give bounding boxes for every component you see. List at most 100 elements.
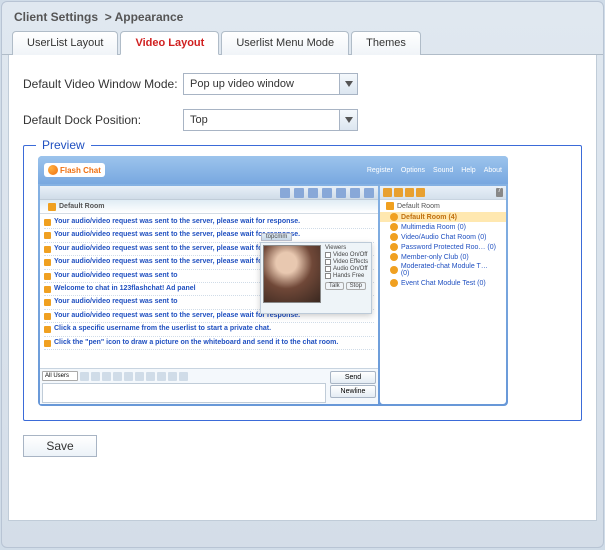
pv-input-area: All Users (40, 368, 378, 404)
pv-rt-icon (383, 188, 392, 197)
tab-userlist-layout[interactable]: UserList Layout (12, 31, 118, 55)
pv-tool-icon (336, 188, 346, 198)
pv-webcam-image (263, 245, 321, 303)
pv-opt: Hands Free (333, 273, 364, 279)
pv-room-item: Event Chat Module Test (0) (380, 278, 506, 288)
pv-toolbar (40, 186, 378, 200)
pv-header-links: Register Options Sound Help About (367, 167, 502, 174)
pv-room-item: Member-only Club (0) (380, 252, 506, 262)
pv-fmt-icon (124, 372, 133, 381)
tab-themes[interactable]: Themes (351, 31, 421, 55)
checkbox-icon (325, 252, 331, 258)
tab-content: Default Video Window Mode: Pop up video … (8, 55, 597, 521)
pv-room-header-label: Default Room (397, 203, 440, 210)
pv-rt-icon (405, 188, 414, 197)
pv-fmt-icon (146, 372, 155, 381)
breadcrumb-sep: > (105, 10, 112, 24)
row-dock-position: Default Dock Position: Top (23, 109, 582, 131)
pv-rt-count: 7 (496, 188, 503, 197)
pv-opt: Video Effects (333, 259, 368, 265)
room-icon (390, 223, 398, 231)
pv-room-tab-label: Default Room (59, 203, 105, 210)
pv-tool-icon (308, 188, 318, 198)
pv-tool-icon (294, 188, 304, 198)
pv-stop-btn: Stop (346, 282, 366, 290)
room-icon (390, 213, 398, 221)
pv-logo: Flash Chat (44, 163, 105, 177)
pv-room-item: Default Room (4) (380, 212, 506, 222)
room-icon (390, 253, 398, 261)
pv-fmt-icon (113, 372, 122, 381)
pv-room-label: Moderated-chat Module T… (0) (401, 263, 496, 277)
pv-viewers-label: Viewers (325, 245, 346, 251)
pv-tool-icon (350, 188, 360, 198)
pv-msg: Your audio/video request was sent to the… (44, 216, 374, 229)
row-video-mode: Default Video Window Mode: Pop up video … (23, 73, 582, 95)
pv-tool-icon (322, 188, 332, 198)
checkbox-icon (325, 259, 331, 265)
pv-room-item: Video/Audio Chat Room (0) (380, 232, 506, 242)
pv-room-label: Event Chat Module Test (0) (401, 280, 486, 287)
pv-link-help: Help (461, 167, 475, 174)
pv-right-toolbar: 7 (380, 186, 506, 200)
pv-link-about: About (484, 167, 502, 174)
speaker-icon (48, 203, 56, 211)
room-icon (390, 233, 398, 241)
pv-room-header: Default Room (380, 200, 506, 212)
pv-fmt-icon (91, 372, 100, 381)
pv-msg: Your audio/video request was sent to the… (44, 229, 374, 242)
select-dock-position-value: Top (190, 114, 208, 126)
pv-talk-btn: Talk (325, 282, 344, 290)
pv-fmt-icon (135, 372, 144, 381)
pv-msg: Click the "pen" icon to draw a picture o… (44, 337, 374, 350)
select-dock-position[interactable]: Top (183, 109, 358, 131)
pv-logo-text: Flash Chat (60, 166, 101, 175)
tabs: UserList Layout Video Layout Userlist Me… (2, 30, 603, 55)
pv-room-item: Password Protected Roo… (0) (380, 242, 506, 252)
pv-text-input (42, 383, 326, 403)
pv-room-label: Password Protected Roo… (0) (401, 244, 496, 251)
tab-video-layout[interactable]: Video Layout (120, 31, 219, 55)
pv-header: Flash Chat Register Options Sound Help A… (38, 156, 508, 184)
select-video-mode[interactable]: Pop up video window (183, 73, 358, 95)
folder-icon (386, 202, 394, 210)
label-dock-position: Default Dock Position: (23, 113, 183, 127)
pv-rt-icon (416, 188, 425, 197)
pv-video-title: topcmm (261, 233, 292, 241)
save-button[interactable]: Save (23, 435, 97, 457)
pv-newline-btn: Newline (330, 385, 376, 398)
pv-fmt-icon (179, 372, 188, 381)
pv-left-pane: Default Room Your audio/video request wa… (40, 186, 378, 404)
pv-messages: Your audio/video request was sent to the… (40, 214, 378, 368)
breadcrumb: Client Settings > Appearance (2, 2, 603, 30)
select-video-mode-value: Pop up video window (190, 78, 294, 90)
room-icon (390, 279, 398, 287)
pv-body: Default Room Your audio/video request wa… (38, 184, 508, 406)
pv-room-label: Video/Audio Chat Room (0) (401, 234, 486, 241)
pv-video-controls: Viewers Video On/Off Video Effects Audio… (323, 243, 371, 313)
preview-fieldset: Preview Flash Chat Register Options Soun… (23, 145, 582, 421)
pv-fmt-icon (80, 372, 89, 381)
pv-room-label: Member-only Club (0) (401, 254, 469, 261)
tab-userlist-menu-mode[interactable]: Userlist Menu Mode (221, 31, 349, 55)
pv-room-item: Multimedia Room (0) (380, 222, 506, 232)
breadcrumb-section: Client Settings (14, 10, 98, 24)
pv-fmt-icon (168, 372, 177, 381)
pv-input-toolbar: All Users (42, 370, 326, 382)
pv-room-label: Multimedia Room (0) (401, 224, 466, 231)
pv-link-options: Options (401, 167, 425, 174)
pv-link-register: Register (367, 167, 393, 174)
flashchat-logo-icon (48, 165, 58, 175)
pv-rt-icon (394, 188, 403, 197)
pv-send-btn: Send (330, 371, 376, 384)
preview-screenshot: Flash Chat Register Options Sound Help A… (38, 156, 508, 406)
pv-right-pane: 7 Default Room Default Room (4) Multimed… (380, 186, 506, 404)
pv-room-list: Default Room (4) Multimedia Room (0) Vid… (380, 212, 506, 404)
pv-target-select: All Users (42, 371, 78, 381)
room-icon (390, 243, 398, 251)
pv-opt: Video On/Off (333, 252, 367, 258)
chevron-down-icon (339, 74, 357, 94)
preview-legend: Preview (36, 138, 91, 152)
pv-msg: Click a specific username from the userl… (44, 323, 374, 336)
label-video-mode: Default Video Window Mode: (23, 77, 183, 91)
